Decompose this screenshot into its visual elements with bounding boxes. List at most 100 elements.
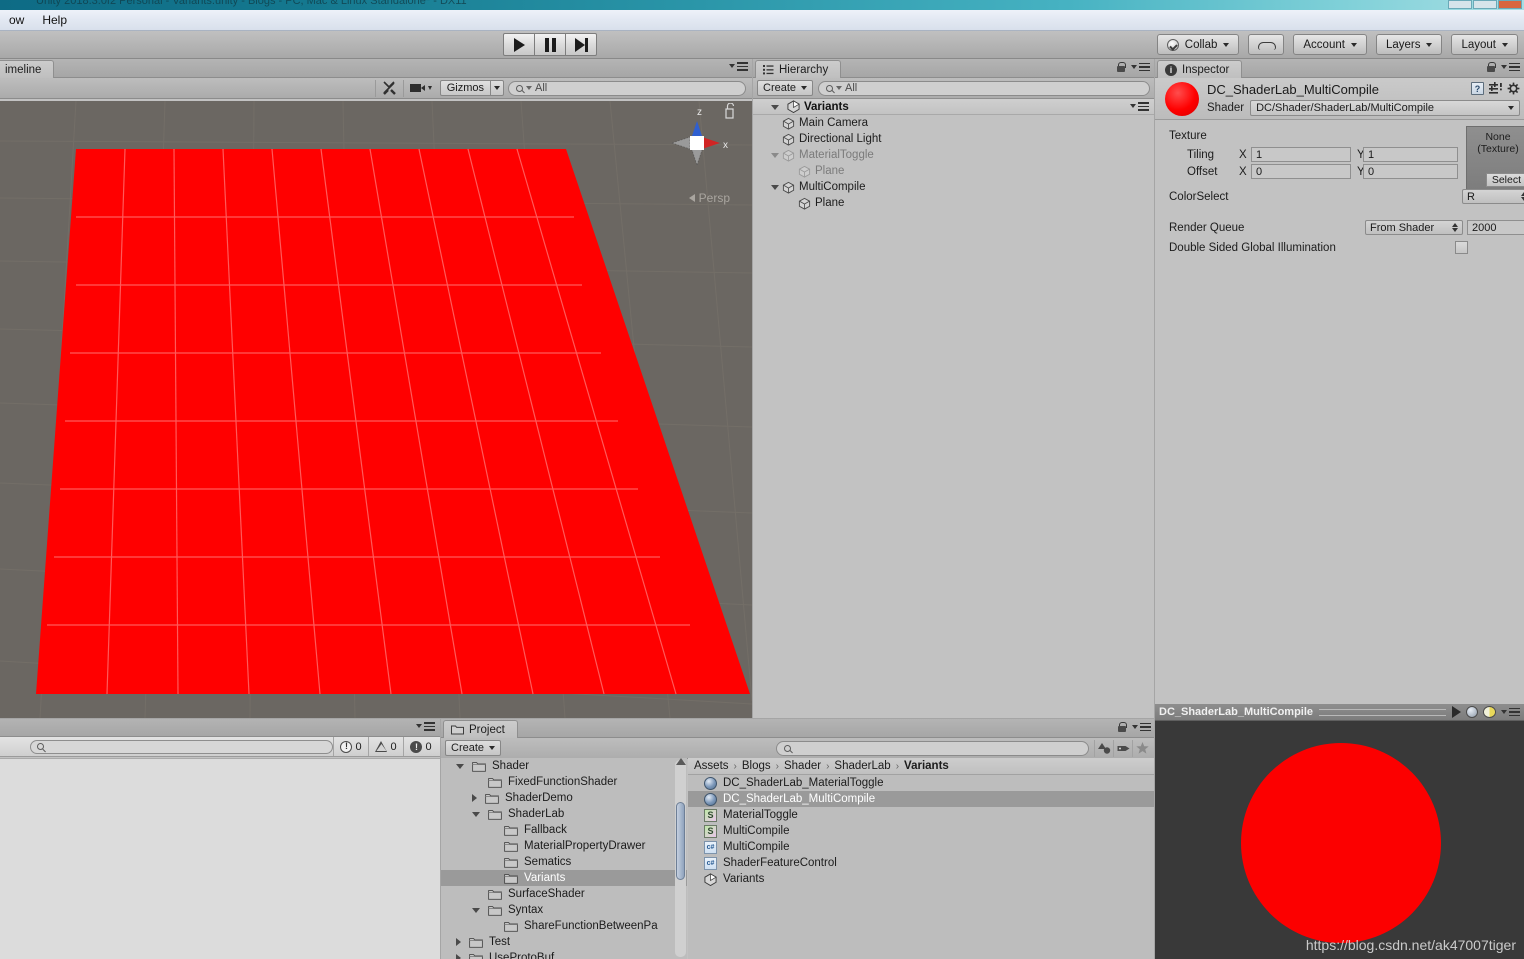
lock-icon[interactable]: [1118, 722, 1127, 732]
console-warning-count[interactable]: 0: [368, 737, 403, 756]
project-tree-scrollbar[interactable]: [675, 760, 686, 957]
project-tree-item[interactable]: Shader: [441, 758, 687, 774]
breadcrumb-item[interactable]: Blogs: [742, 760, 771, 772]
tab-timeline[interactable]: imeline: [0, 60, 55, 78]
breadcrumb-item[interactable]: ShaderLab: [834, 760, 890, 772]
scene-viewport[interactable]: z x Persp: [0, 101, 752, 718]
preview-play-icon[interactable]: [1452, 706, 1461, 718]
hierarchy-item[interactable]: MultiCompile: [753, 179, 1154, 195]
project-tree-item[interactable]: ShaderLab: [441, 806, 687, 822]
hierarchy-item[interactable]: Main Camera: [753, 115, 1154, 131]
foldout-closed-icon[interactable]: [472, 794, 477, 802]
minimize-button[interactable]: [1448, 0, 1472, 9]
project-search-input[interactable]: [776, 740, 1089, 756]
hierarchy-item[interactable]: Plane: [753, 195, 1154, 211]
project-tree-item[interactable]: FixedFunctionShader: [441, 774, 687, 790]
hierarchy-tree[interactable]: Main Camera Directional Light MaterialTogg…: [753, 115, 1154, 211]
preset-icon[interactable]: [1489, 82, 1502, 95]
foldout-open-icon[interactable]: [456, 763, 464, 769]
double-sided-gi-checkbox[interactable]: [1455, 241, 1468, 254]
splitter-scene-hierarchy[interactable]: [752, 59, 753, 718]
hierarchy-tab-tools[interactable]: [1117, 62, 1150, 72]
project-filter-buttons[interactable]: [1094, 739, 1151, 757]
project-asset-item[interactable]: DC_ShaderLab_MaterialToggle: [688, 775, 1155, 791]
preview-viewport[interactable]: https://blog.csdn.net/ak47007tiger: [1155, 721, 1524, 959]
preview-controls[interactable]: [1452, 706, 1520, 718]
project-tree-item[interactable]: Fallback: [441, 822, 687, 838]
foldout-open-icon[interactable]: [771, 184, 779, 190]
scene-options-icon[interactable]: [729, 62, 748, 71]
console-error-count[interactable]: ! 0: [403, 737, 438, 756]
maximize-button[interactable]: [1473, 0, 1497, 9]
project-tree-item[interactable]: SurfaceShader: [441, 886, 687, 902]
foldout-open-icon[interactable]: [472, 811, 480, 817]
texture-select-button[interactable]: Select: [1485, 173, 1524, 187]
play-button[interactable]: [503, 33, 535, 56]
type-filter-icon[interactable]: [1094, 739, 1113, 757]
project-tree-item[interactable]: Variants: [441, 870, 687, 886]
project-folder-tree[interactable]: Shader FixedFunctionShader ShaderDemo Shade…: [441, 758, 687, 959]
project-asset-item[interactable]: S MultiCompile: [688, 823, 1155, 839]
console-info-count[interactable]: ! 0: [333, 737, 368, 756]
scene-projection-label[interactable]: Persp: [688, 191, 730, 205]
breadcrumb-item[interactable]: Shader: [784, 760, 821, 772]
inspector-header-icons[interactable]: ?: [1471, 82, 1520, 95]
lock-icon[interactable]: [1117, 62, 1126, 72]
preview-lighting-icon[interactable]: [1483, 706, 1496, 718]
hierarchy-item[interactable]: MaterialToggle: [753, 147, 1154, 163]
scene-tab-tools[interactable]: [729, 62, 748, 71]
project-tab-tools[interactable]: [1118, 722, 1151, 732]
cloud-button[interactable]: [1248, 34, 1285, 55]
breadcrumb[interactable]: Assets › Blogs › Shader › ShaderLab › Variants: [688, 758, 1155, 775]
console-options-icon[interactable]: [416, 722, 435, 731]
tiling-y-input[interactable]: 1: [1363, 147, 1458, 162]
foldout-open-icon[interactable]: [771, 152, 779, 158]
tab-project[interactable]: Project: [443, 720, 518, 738]
project-tree-item[interactable]: MaterialPropertyDrawer: [441, 838, 687, 854]
foldout-icon[interactable]: [771, 105, 779, 110]
menubar[interactable]: ow Help: [0, 10, 1524, 31]
scene-camera-button[interactable]: [402, 79, 438, 97]
collab-button[interactable]: Collab: [1156, 34, 1240, 55]
scrollbar-thumb[interactable]: [676, 802, 685, 880]
project-tree-item[interactable]: UseProtoBuf: [441, 950, 687, 959]
project-tree-item[interactable]: Sematics: [441, 854, 687, 870]
preview-drag-handle[interactable]: [1319, 708, 1446, 716]
hierarchy-scene-row[interactable]: Variants: [753, 99, 1154, 115]
project-asset-list[interactable]: DC_ShaderLab_MaterialToggle DC_ShaderLab_…: [688, 775, 1155, 887]
offset-x-input[interactable]: 0: [1251, 164, 1351, 179]
preview-mesh-icon[interactable]: [1466, 706, 1478, 718]
offset-y-input[interactable]: 0: [1363, 164, 1458, 179]
layout-button[interactable]: Layout: [1451, 34, 1518, 55]
tab-inspector[interactable]: i Inspector: [1157, 60, 1243, 78]
window-controls[interactable]: [1448, 0, 1522, 9]
project-tree-item[interactable]: ShaderDemo: [441, 790, 687, 806]
project-tree-item[interactable]: Test: [441, 934, 687, 950]
render-queue-input[interactable]: 2000: [1467, 220, 1524, 235]
foldout-closed-icon[interactable]: [456, 954, 461, 959]
inspector-options-icon[interactable]: [1501, 62, 1520, 72]
gizmos-button[interactable]: Gizmos: [439, 80, 491, 96]
foldout-open-icon[interactable]: [472, 907, 480, 913]
console-log-area[interactable]: [0, 758, 440, 959]
playmode-controls[interactable]: [503, 33, 597, 56]
tiling-x-input[interactable]: 1: [1251, 147, 1351, 162]
shader-dropdown[interactable]: DC/Shader/ShaderLab/MultiCompile: [1250, 100, 1520, 116]
project-options-icon[interactable]: [1132, 722, 1151, 732]
project-asset-item[interactable]: c# MultiCompile: [688, 839, 1155, 855]
project-tree-item[interactable]: ShareFunctionBetweenPa: [441, 918, 687, 934]
help-icon[interactable]: ?: [1471, 82, 1484, 95]
tab-hierarchy[interactable]: Hierarchy: [755, 60, 842, 78]
project-asset-item[interactable]: DC_ShaderLab_MultiCompile: [688, 791, 1155, 807]
scene-effects-button[interactable]: [374, 79, 403, 97]
foldout-closed-icon[interactable]: [456, 938, 461, 946]
splitter-console-project[interactable]: [440, 719, 441, 959]
layers-button[interactable]: Layers: [1375, 34, 1443, 55]
step-button[interactable]: [565, 33, 597, 56]
inspector-tab-tools[interactable]: [1487, 62, 1520, 72]
console-search-input[interactable]: [30, 739, 333, 754]
scene-search-input[interactable]: All: [508, 80, 746, 96]
favorite-icon[interactable]: [1132, 739, 1151, 757]
project-asset-item[interactable]: Variants: [688, 871, 1155, 887]
texture-slot[interactable]: None (Texture) Select: [1466, 126, 1524, 190]
